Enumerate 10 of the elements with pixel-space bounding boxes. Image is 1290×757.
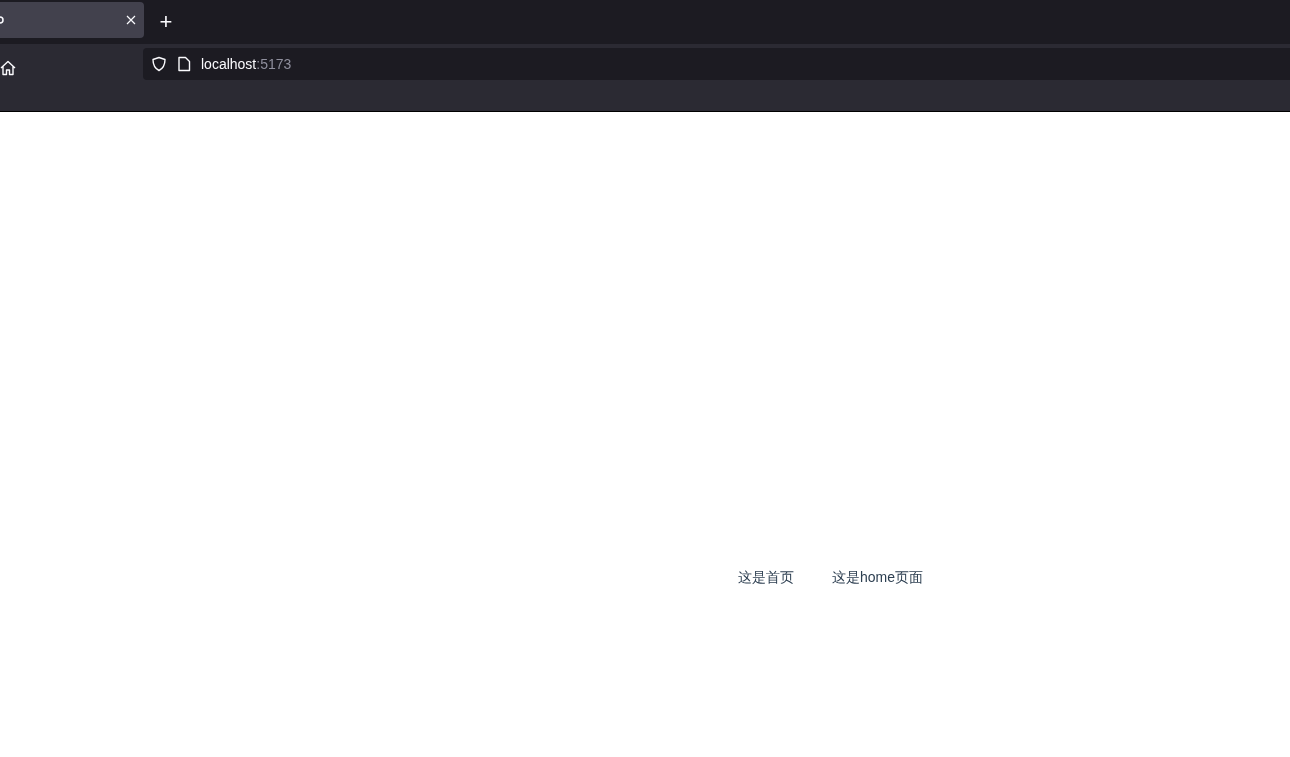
shield-icon[interactable]	[151, 56, 167, 72]
page-text: 这是首页	[738, 568, 794, 587]
tab-favicon-icon	[0, 16, 4, 24]
new-tab-button[interactable]: +	[156, 12, 176, 32]
address-bar[interactable]: localhost:5173	[143, 48, 1290, 80]
page-text: 这是home页面	[832, 568, 924, 587]
url-text: localhost:5173	[201, 54, 292, 74]
home-icon[interactable]	[0, 60, 16, 76]
close-icon[interactable]	[126, 15, 136, 25]
page-icon	[177, 56, 191, 72]
